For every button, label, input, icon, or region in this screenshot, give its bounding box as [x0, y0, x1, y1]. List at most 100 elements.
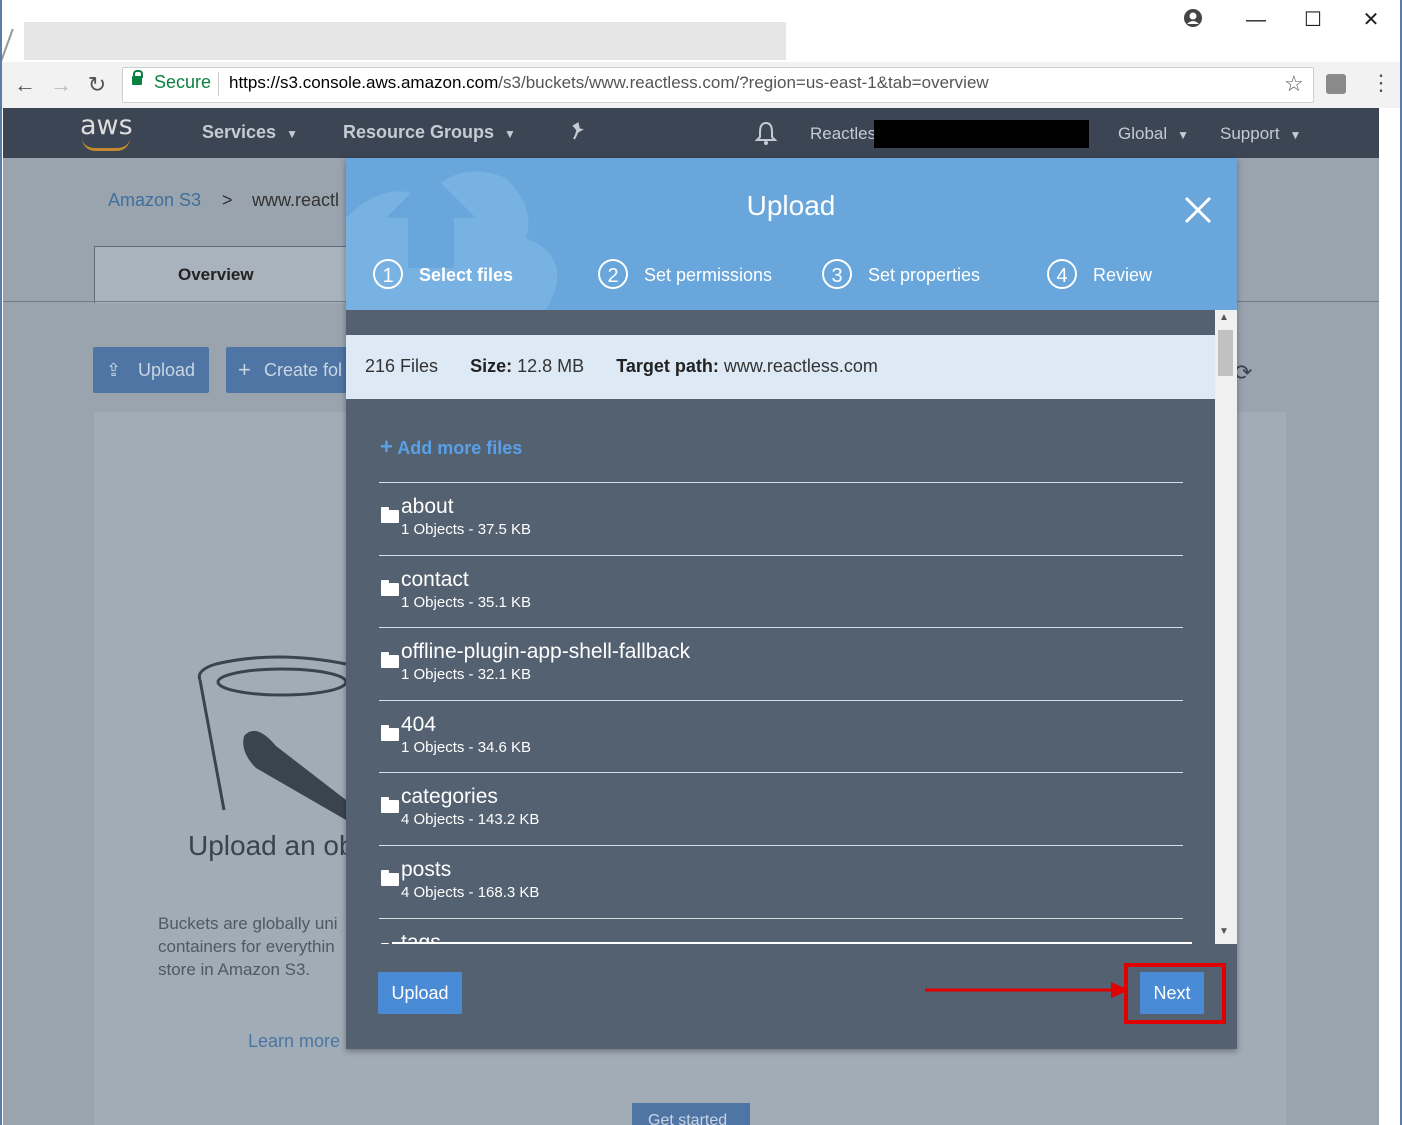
step-1-label[interactable]: Select files [419, 265, 513, 286]
annotation-highlight-box [1124, 963, 1226, 1024]
window-border-left [0, 0, 2, 1125]
maximize-icon[interactable]: ☐ [1301, 8, 1325, 32]
address-separator [218, 72, 219, 96]
support-label: Support [1220, 124, 1280, 143]
file-list[interactable]: + Add more files about 1 Objects - 37.5 … [346, 399, 1215, 944]
region-menu[interactable]: Global ▼ [1118, 124, 1189, 144]
chevron-down-icon: ▼ [1289, 128, 1302, 142]
chevron-down-icon: ▼ [1177, 128, 1190, 142]
desc-line: containers for everythin [158, 937, 335, 956]
step-2-label[interactable]: Set permissions [644, 265, 772, 286]
browser-tab[interactable] [24, 22, 786, 60]
breadcrumb-amazon-s3[interactable]: Amazon S3 [108, 190, 201, 211]
step-2-number: 2 [598, 259, 628, 289]
list-item[interactable]: offline-plugin-app-shell-fallback 1 Obje… [379, 627, 1183, 700]
resource-groups-label: Resource Groups [343, 122, 495, 142]
account-menu[interactable]: Reactles [810, 124, 876, 144]
step-3-label[interactable]: Set properties [868, 265, 980, 286]
reload-icon[interactable]: ↻ [84, 72, 110, 98]
plus-icon: + [380, 434, 393, 459]
scrollbar[interactable] [1215, 310, 1237, 944]
item-meta: 1 Objects - 32.1 KB [401, 666, 532, 683]
profile-icon[interactable] [1181, 8, 1205, 32]
size-value: 12.8 MB [517, 356, 585, 376]
desc-line: Buckets are globally uni [158, 914, 338, 933]
aws-logo-smile [82, 138, 130, 151]
services-label: Services [202, 122, 277, 142]
secure-label: Secure [154, 72, 212, 92]
tab-overview-label: Overview [178, 265, 254, 284]
empty-state-heading: Upload an ob [188, 830, 346, 861]
target-path-value: www.reactless.com [723, 356, 878, 376]
add-more-label: Add more files [397, 438, 523, 458]
file-count: 216 Files [365, 356, 439, 376]
breadcrumb-bucket: www.reactl [252, 190, 340, 210]
item-name: about [401, 495, 454, 518]
get-started-label: Get started [648, 1112, 728, 1125]
page-right-margin [1379, 108, 1400, 1125]
list-item[interactable]: categories 4 Objects - 143.2 KB [379, 772, 1183, 845]
folder-icon [381, 580, 399, 596]
list-item[interactable]: tags [379, 918, 1183, 944]
item-meta: 1 Objects - 35.1 KB [401, 594, 532, 611]
scroll-up-icon[interactable]: ▲ [1219, 312, 1229, 323]
bucket-illustration [196, 650, 356, 820]
folder-icon [381, 652, 399, 668]
item-name: 404 [401, 713, 437, 736]
step-4-label[interactable]: Review [1093, 265, 1152, 286]
item-name: offline-plugin-app-shell-fallback [401, 640, 691, 663]
plus-icon: + [238, 357, 251, 382]
target-path-label: Target path: [616, 356, 719, 376]
region-label: Global [1118, 124, 1168, 143]
breadcrumb-separator: > [222, 190, 233, 210]
item-meta: 1 Objects - 37.5 KB [401, 521, 532, 538]
desc-line: store in Amazon S3. [158, 960, 311, 979]
annotation-arrow-icon [925, 978, 1130, 1002]
item-name: categories [401, 785, 498, 808]
scroll-down-icon[interactable]: ▼ [1219, 926, 1229, 937]
redacted-account-name [874, 120, 1089, 148]
extension-icon[interactable] [1326, 74, 1346, 94]
modal-title: Upload [746, 190, 836, 221]
support-menu[interactable]: Support ▼ [1220, 124, 1301, 144]
item-meta: 4 Objects - 143.2 KB [401, 811, 540, 828]
folder-icon [381, 725, 399, 741]
bookmark-star-icon[interactable]: ☆ [1284, 71, 1304, 97]
url-path: /s3/buckets/www.reactless.com/?region=us… [498, 73, 989, 92]
resource-groups-menu[interactable]: Resource Groups ▼ [343, 122, 516, 143]
forward-icon[interactable]: → [48, 72, 74, 98]
add-more-files-link[interactable]: + Add more files [380, 434, 522, 460]
chevron-down-icon: ▼ [504, 127, 516, 141]
list-item[interactable]: about 1 Objects - 37.5 KB [379, 482, 1183, 555]
list-item[interactable]: 404 1 Objects - 34.6 KB [379, 700, 1183, 773]
browser-menu-icon[interactable]: ⋮ [1370, 70, 1392, 96]
minimize-icon[interactable]: — [1244, 8, 1268, 32]
page-upload-label: Upload [138, 360, 196, 380]
item-name: posts [401, 858, 452, 881]
bell-icon[interactable] [754, 120, 778, 146]
scrollbar-thumb[interactable] [1218, 330, 1233, 376]
url-host: https://s3.console.aws.amazon.com [229, 73, 499, 92]
lock-icon [132, 70, 143, 85]
close-window-icon[interactable]: ✕ [1359, 8, 1383, 32]
create-folder-label: Create fol [264, 360, 343, 380]
upload-button[interactable]: Upload [378, 972, 462, 1014]
item-name: contact [401, 568, 469, 591]
empty-state-description: Buckets are globally uni containers for … [158, 912, 346, 981]
list-item[interactable]: contact 1 Objects - 35.1 KB [379, 555, 1183, 628]
services-menu[interactable]: Services ▼ [202, 122, 298, 143]
summary-text: 216 Files Size: 12.8 MB Target path: www… [365, 356, 878, 377]
list-item[interactable]: posts 4 Objects - 168.3 KB [379, 845, 1183, 918]
size-label: Size: [470, 356, 513, 376]
url-text[interactable]: https://s3.console.aws.amazon.com/s3/buc… [229, 73, 989, 93]
step-1-number: 1 [373, 259, 403, 289]
chevron-down-icon: ▼ [286, 127, 298, 141]
close-icon[interactable] [1182, 194, 1214, 226]
learn-more-link[interactable]: Learn more [248, 1031, 340, 1052]
folder-icon [381, 797, 399, 813]
upload-icon: ⇪ [106, 360, 122, 380]
pin-icon[interactable] [568, 120, 590, 147]
aws-logo[interactable]: aws [80, 110, 133, 141]
list-bottom-border [392, 942, 1192, 944]
back-icon[interactable]: ← [12, 72, 38, 98]
